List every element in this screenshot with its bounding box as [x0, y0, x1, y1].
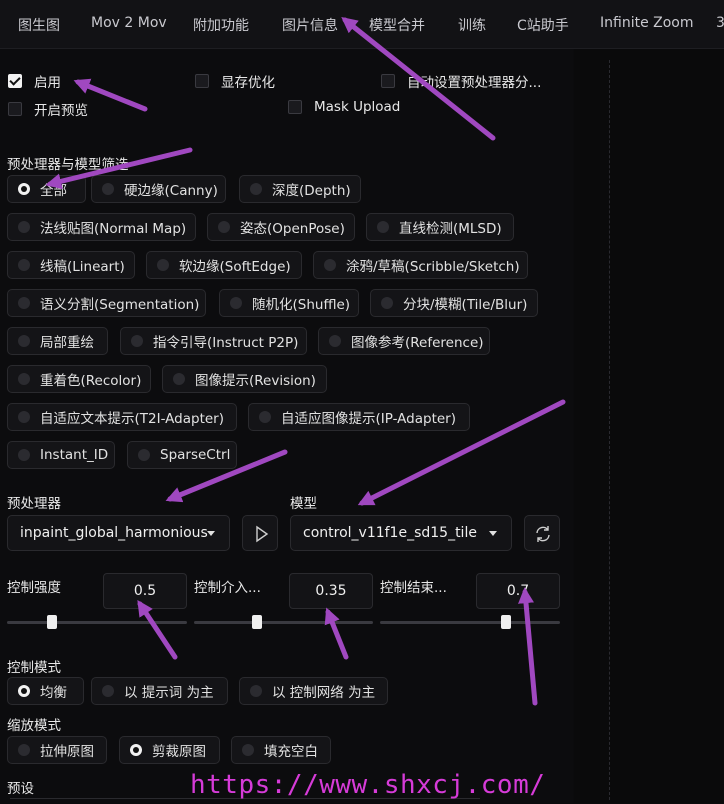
watermark-url: https://www.shxcj.com/: [190, 770, 546, 800]
arrow-to-end: [518, 587, 538, 706]
arrow-to-weight: [137, 599, 178, 660]
arrow-to-start: [324, 607, 349, 660]
arrow-to-enable: [73, 78, 148, 112]
arrow-to-preprocessor: [165, 449, 288, 503]
annotation-arrows: [45, 17, 566, 706]
arrow-to-all-filter: [45, 147, 193, 190]
arrow-to-model: [357, 399, 566, 506]
arrow-to-tabs: [341, 17, 496, 141]
